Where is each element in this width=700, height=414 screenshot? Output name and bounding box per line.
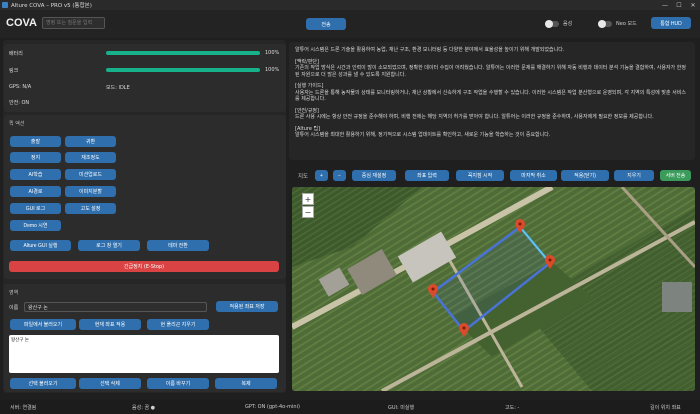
title-bar: Alture COVA – PRO v5 (통합본) — ☐ ✕ <box>0 0 700 10</box>
info-paragraph: 드론 사용 시에는 항상 안전 규정을 준수해야 하며, 비행 전에는 해당 지… <box>295 114 654 120</box>
battery-label: 배터리 <box>9 51 23 57</box>
map-zoom-in-button[interactable]: + <box>302 193 314 205</box>
estop-button[interactable]: 긴급정지 (E-Stop) <box>9 261 279 272</box>
maximize-button[interactable]: ☐ <box>672 0 686 10</box>
server-status: 서버: 연결됨 <box>10 405 37 411</box>
load-selected-button[interactable]: 선택 불러오기 <box>10 378 76 389</box>
recenter-button[interactable]: 중심 재설정 <box>352 170 396 181</box>
window-title: Alture COVA – PRO v5 (통합본) <box>11 3 92 9</box>
map-canvas[interactable] <box>292 187 695 391</box>
map-zoom-out-button[interactable]: − <box>302 206 314 218</box>
building <box>662 282 692 312</box>
coord-input-button[interactable]: 좌표 입력 <box>405 170 449 181</box>
delete-selected-button[interactable]: 선택 삭제 <box>79 378 141 389</box>
map-toolbar: 지도 + − 중심 재설정 좌표 입력 꼭지점 시작 마지막 취소 적용(닫기)… <box>289 167 695 185</box>
recalibrate-button[interactable]: 재조정도 <box>65 152 116 163</box>
info-paragraph: 기존의 작업 방식은 시간과 인력이 많이 소모되었으며, 정확한 데이터 수집… <box>295 65 686 78</box>
area-title: 영역 <box>9 290 19 296</box>
demo-button[interactable]: Demo 시연 <box>10 220 61 231</box>
link-percent: 100% <box>265 67 280 73</box>
clear-map-button[interactable]: 지우기 <box>614 170 654 181</box>
assistant-response: 알튜어 시스템은 드론 기술을 활용하여 농업, 재난 구조, 환경 모니터링 … <box>289 42 695 160</box>
load-file-button[interactable]: 파일에서 불러오기 <box>10 319 76 330</box>
zoom-in-button[interactable]: + <box>315 170 328 181</box>
server-send-button[interactable]: 서버 전송 <box>660 170 691 181</box>
top-bar: COVA 전송 음성 Neo 모드 통합 HUD <box>0 10 700 38</box>
map-label: 지도 <box>298 174 309 180</box>
battery-percent: 100% <box>265 50 280 56</box>
undo-last-button[interactable]: 마지막 취소 <box>510 170 557 181</box>
altitude-set-button[interactable]: 고도 설정 <box>65 203 116 214</box>
altitude-status: 고도: - <box>505 405 520 411</box>
vertex-start-button[interactable]: 꼭지점 시작 <box>456 170 504 181</box>
list-item[interactable]: 왕산구 논 <box>11 337 277 343</box>
gui-log-button[interactable]: GUI 로그 <box>10 203 61 214</box>
battery-bar <box>106 51 260 55</box>
gpt-status: GPT: ON (gpt-4o-mini) <box>245 404 300 410</box>
theme-toggle-button[interactable]: 테마 전환 <box>147 240 209 251</box>
close-button[interactable]: ✕ <box>686 0 700 10</box>
depart-button[interactable]: 출발 <box>10 136 61 147</box>
voice-toggle-label: 음성 <box>563 21 573 27</box>
neo-toggle-track[interactable] <box>598 19 612 28</box>
area-name-label: 이름 <box>9 305 19 311</box>
info-paragraph: 알튜어 시스템을 최대한 활용하기 위해, 정기적으로 시스템 업데이트를 확인… <box>295 132 551 138</box>
coords-status: 길이 위치 좌표 <box>650 405 681 411</box>
mode-status: 모드: IDLE <box>106 85 130 91</box>
command-input[interactable] <box>42 17 105 29</box>
alture-gui-button[interactable]: Alture GUI 실행 <box>10 240 71 251</box>
return-button[interactable]: 귀환 <box>65 136 116 147</box>
area-list[interactable]: 왕산구 논 <box>9 335 279 373</box>
voice-status: 음성: 끔 ● <box>132 405 156 411</box>
voice-toggle-knob <box>545 19 553 28</box>
gps-status: GPS: N/A <box>9 84 32 90</box>
ai-path-button[interactable]: AI경로 <box>10 186 61 197</box>
neo-toggle-knob <box>598 19 606 28</box>
apply-close-button[interactable]: 적용(닫기) <box>561 170 609 181</box>
rename-button[interactable]: 이름 바꾸기 <box>147 378 209 389</box>
neo-toggle-label: Neo 모드 <box>616 21 637 27</box>
window-controls: — ☐ ✕ <box>658 0 700 10</box>
info-paragraph: 사용자는 드론을 통해 농작물의 상태를 모니터링하거나, 재난 상황에서 신속… <box>295 89 686 103</box>
gui-status: GUI: 미실행 <box>388 405 415 411</box>
open-log-button[interactable]: 로그 창 열기 <box>78 240 140 251</box>
ai-learn-button[interactable]: AI학습 <box>10 169 61 180</box>
minimize-button[interactable]: — <box>658 0 672 10</box>
clear-polygon-button[interactable]: 현 폴리곤 지우기 <box>147 319 209 330</box>
image-segment-button[interactable]: 이미지분할 <box>65 186 116 197</box>
hud-button[interactable]: 통합 HUD <box>651 17 691 29</box>
send-button[interactable]: 전송 <box>306 18 346 30</box>
stop-button[interactable]: 정지 <box>10 152 61 163</box>
status-bar: 서버: 연결됨 음성: 끔 ● GPT: ON (gpt-4o-mini) GU… <box>0 400 700 414</box>
quick-actions-title: 퀵 액션 <box>9 121 25 127</box>
satellite-map[interactable]: + − <box>292 187 695 391</box>
app-icon <box>2 2 8 8</box>
mission-upload-button[interactable]: 미션업로드 <box>65 169 116 180</box>
safety-status: 안전: ON <box>9 100 30 106</box>
brand-logo: COVA <box>6 17 37 29</box>
save-coords-button[interactable]: 적용된 좌표 저장 <box>216 301 278 312</box>
link-bar <box>106 68 260 72</box>
voice-toggle-track[interactable] <box>545 19 559 28</box>
apply-coords-button[interactable]: 현재 좌표 적용 <box>79 319 141 330</box>
area-name-input[interactable] <box>24 302 207 312</box>
voice-toggle[interactable]: 음성 <box>545 19 573 28</box>
duplicate-button[interactable]: 복제 <box>215 378 277 389</box>
neo-toggle[interactable]: Neo 모드 <box>598 19 637 28</box>
link-label: 링크 <box>9 68 19 74</box>
zoom-out-button[interactable]: − <box>333 170 346 181</box>
